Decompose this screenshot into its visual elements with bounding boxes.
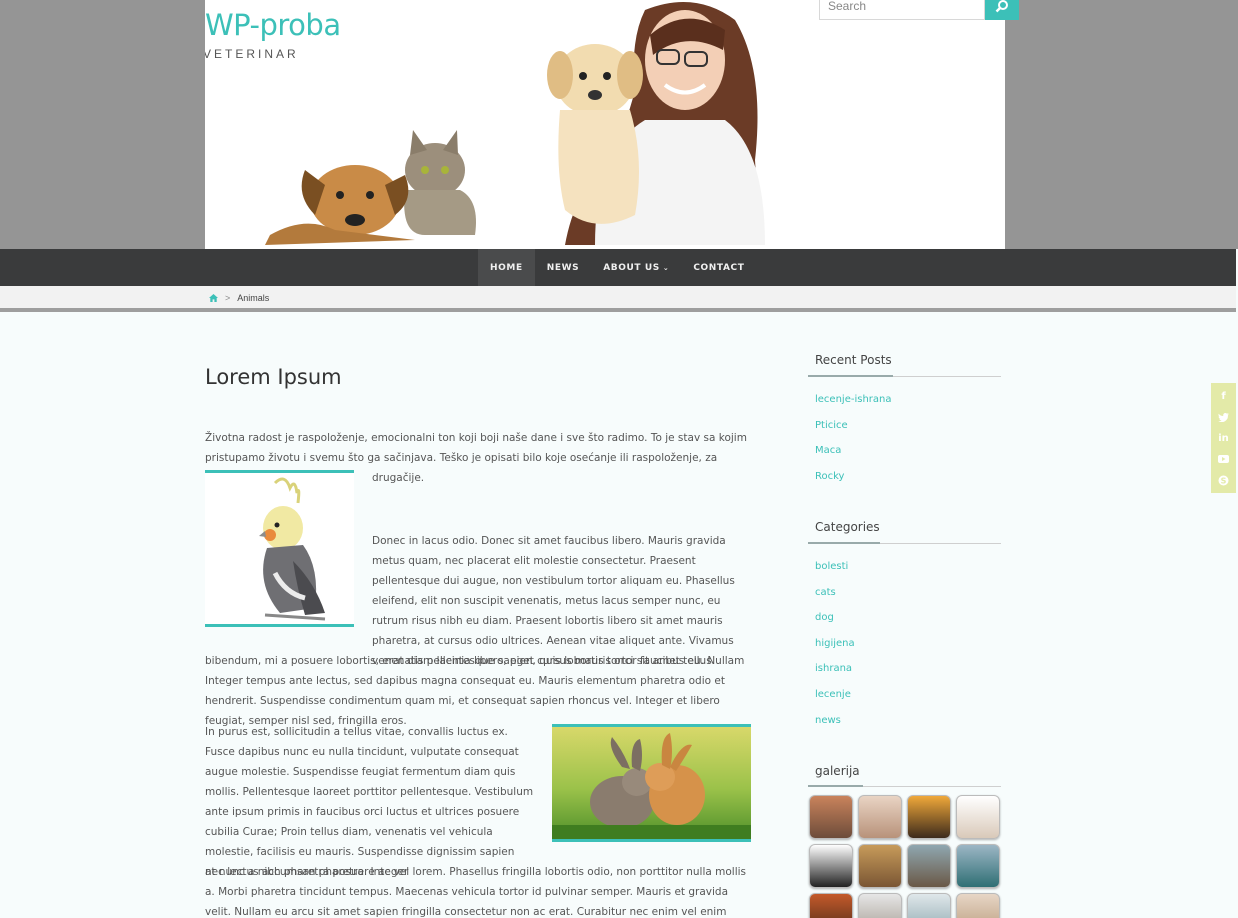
chevron-down-icon: ⌄ [662, 263, 670, 272]
post-intro-end: drugačije. [372, 472, 425, 484]
recent-posts-title: Recent Posts [815, 353, 892, 367]
youtube-icon[interactable] [1217, 451, 1231, 467]
gallery-title: galerija [815, 764, 860, 778]
categories-title: Categories [815, 520, 880, 534]
breadcrumb-current: Animals [237, 293, 270, 303]
main-navigation: HOME NEWS ABOUT US ⌄ CONTACT [0, 249, 1236, 286]
gallery-thumb[interactable] [956, 893, 1000, 918]
gallery-thumb[interactable] [809, 795, 853, 839]
rabbits-image [552, 724, 751, 842]
gallery-thumb[interactable] [809, 844, 853, 888]
gallery-divider [808, 785, 1001, 787]
nav-about-us-label: ABOUT US [603, 262, 660, 273]
social-sidebar: f in S [1211, 383, 1236, 493]
post-paragraph-2: bibendum, mi a posuere lobortis, erat di… [205, 655, 725, 727]
breadcrumb: > Animals [0, 286, 1236, 312]
post-paragraph-2-wrapped: Donec in lacus odio. Donec sit amet fauc… [372, 535, 745, 667]
recent-post-link[interactable]: lecenje-ishrana [815, 394, 892, 405]
twitter-icon[interactable] [1217, 409, 1231, 425]
recent-post-link[interactable]: Rocky [815, 471, 844, 482]
site-header: WP-proba VETERINAR Search [0, 0, 1238, 249]
cockatiel-image [205, 470, 354, 627]
search-icon [995, 0, 1008, 13]
category-link[interactable]: higijena [815, 638, 855, 649]
category-link[interactable]: cats [815, 587, 836, 598]
cockatiel-picture [205, 473, 354, 624]
gallery-thumb[interactable] [858, 844, 902, 888]
recent-posts-divider [808, 375, 1001, 377]
nav-about-us[interactable]: ABOUT US ⌄ [591, 249, 681, 286]
gallery-thumb[interactable] [858, 893, 902, 918]
category-link[interactable]: news [815, 715, 841, 726]
search-input[interactable]: Search [819, 0, 985, 20]
breadcrumb-separator: > [225, 293, 231, 303]
gallery-thumb[interactable] [956, 795, 1000, 839]
header-banner: WP-proba VETERINAR [205, 0, 1005, 249]
nav-home[interactable]: HOME [478, 249, 535, 286]
recent-post-link[interactable]: Pticice [815, 420, 848, 431]
nav-contact[interactable]: CONTACT [681, 249, 756, 286]
post-paragraph-3: at nunc a nibh pharetra posuere ac vel l… [205, 866, 747, 918]
home-icon[interactable] [209, 294, 218, 302]
svg-text:S: S [1221, 476, 1227, 485]
search-button[interactable] [985, 0, 1019, 20]
gallery-thumb[interactable] [809, 893, 853, 918]
nav-news[interactable]: NEWS [535, 249, 592, 286]
category-link[interactable]: ishrana [815, 663, 852, 674]
search-form: Search [819, 0, 1019, 20]
gallery-thumb[interactable] [858, 795, 902, 839]
category-link[interactable]: bolesti [815, 561, 848, 572]
linkedin-icon[interactable]: in [1217, 430, 1231, 446]
hero-image [265, 2, 765, 245]
gallery-thumb[interactable] [907, 893, 951, 918]
rabbits-picture [552, 727, 751, 839]
gallery-thumb[interactable] [956, 844, 1000, 888]
facebook-icon[interactable]: f [1217, 388, 1231, 404]
gallery-thumb[interactable] [907, 795, 951, 839]
post-title: Lorem Ipsum [205, 365, 342, 389]
category-link[interactable]: lecenje [815, 689, 851, 700]
gallery-thumb[interactable] [907, 844, 951, 888]
skype-icon[interactable]: S [1217, 472, 1231, 488]
categories-divider [808, 542, 1001, 544]
post-paragraph-3-wrapped: In purus est, sollicitudin a tellus vita… [205, 726, 534, 878]
recent-post-link[interactable]: Maca [815, 445, 841, 456]
category-link[interactable]: dog [815, 612, 834, 623]
